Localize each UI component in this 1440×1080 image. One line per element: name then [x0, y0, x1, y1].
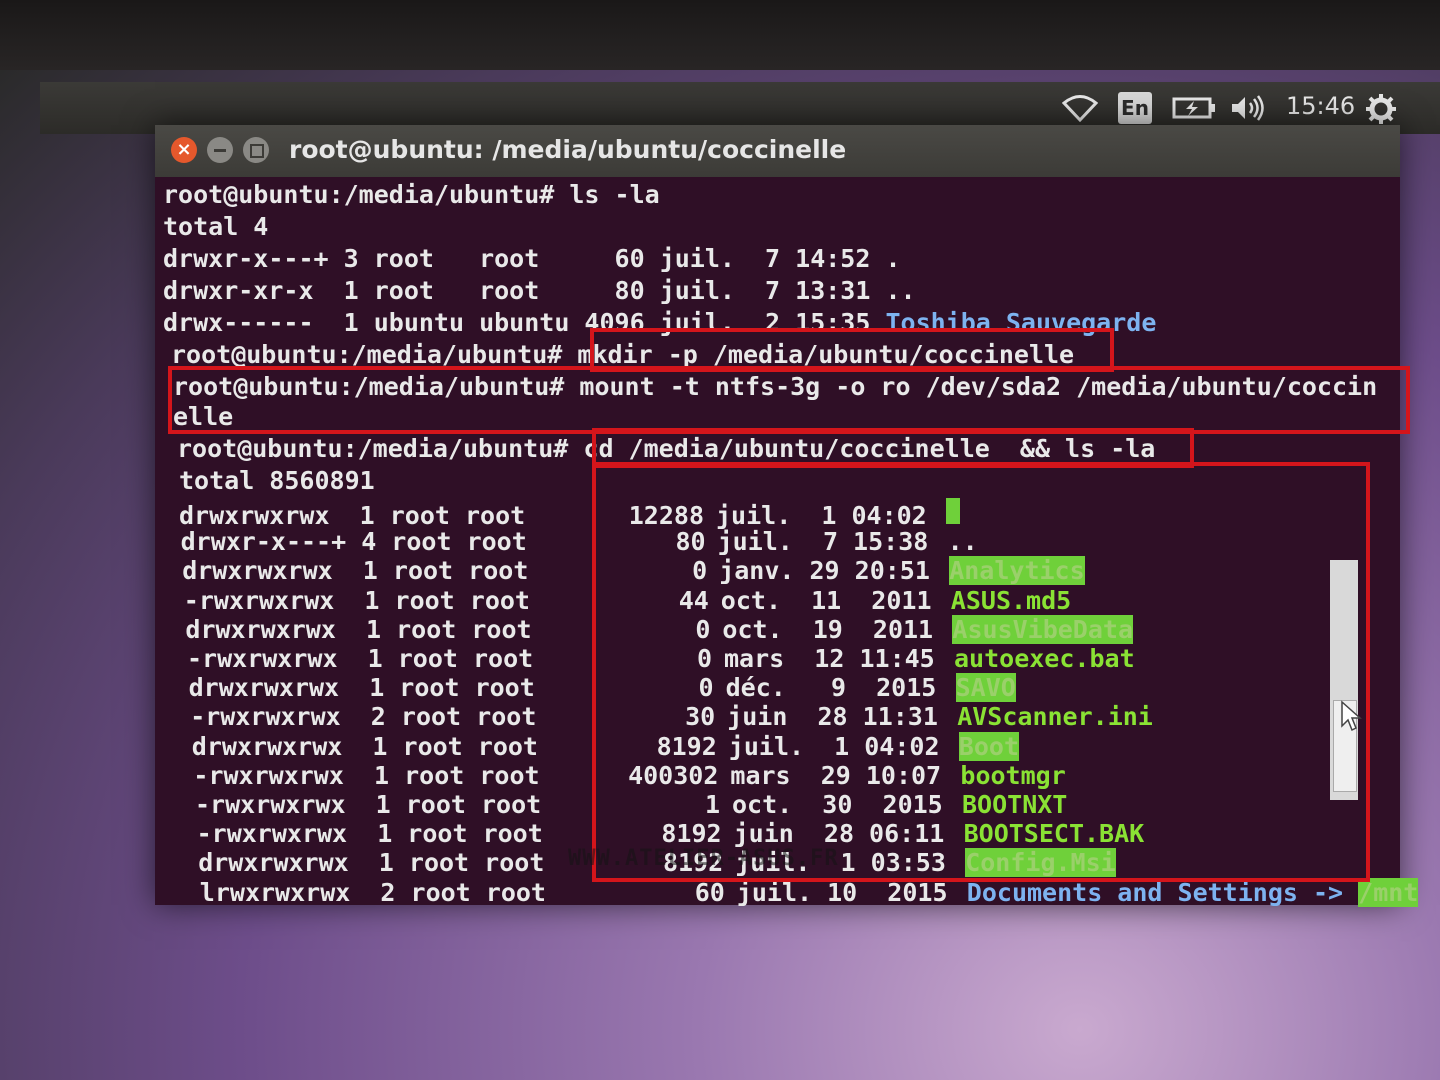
shell-prompt: root@ubuntu:/media/ubuntu#: [177, 434, 569, 463]
terminal-line: total 4: [163, 212, 269, 241]
terminal-line: root@ubuntu:/media/ubuntu# ls -la: [163, 180, 660, 209]
listing-permissions: -rwxrwxrwx 1 root root: [187, 644, 534, 673]
annotation-box-mount: [168, 366, 1410, 434]
listing-permissions: drwxrwxrwx 1 root root: [198, 848, 545, 878]
listing-permissions: drwxrwxrwx 1 root root: [182, 556, 529, 586]
wifi-icon[interactable]: [1062, 94, 1098, 122]
terminal-line: drwxr-xr-x 1 root root 80 juil. 7 13:31 …: [163, 276, 916, 305]
battery-icon[interactable]: [1172, 96, 1216, 120]
window-title: root@ubuntu: /media/ubuntu/coccinelle: [289, 135, 847, 164]
terminal-line: drwxr-x---+ 3 root root 60 juil. 7 14:52…: [163, 244, 901, 273]
listing-permissions: -rwxrwxrwx 1 root root: [183, 585, 530, 615]
language-indicator[interactable]: En: [1118, 92, 1152, 124]
listing-permissions: -rwxrwxrwx 1 root root: [193, 760, 540, 790]
listing-permissions: -rwxrwxrwx 2 root root: [190, 702, 537, 732]
annotation-box-listing: [592, 462, 1370, 882]
listing-permissions: drwxrwxrwx 1 root root: [185, 614, 532, 644]
listing-permissions: drwxrwxrwx 1 root root: [191, 731, 538, 761]
listing-permissions: -rwxrwxrwx 1 root root: [195, 790, 542, 819]
close-button[interactable]: ×: [171, 137, 197, 163]
clock[interactable]: 15:46: [1286, 92, 1355, 120]
watermark: WWW.ATELIER-ASUS.FR: [568, 846, 839, 871]
listing-permissions: drwxr-x---+ 4 root root: [180, 527, 527, 557]
terminal-scrollbar[interactable]: [1330, 560, 1358, 800]
shell-prompt: root@ubuntu:/media/ubuntu#: [171, 340, 563, 369]
minimize-button[interactable]: [207, 137, 233, 163]
terminal-line: total 8560891: [179, 466, 375, 495]
listing-permissions: drwxrwxrwx 1 root root: [188, 673, 535, 703]
listing-permissions: lrwxrwxrwx 2 root root: [199, 877, 546, 907]
mouse-cursor-icon: [1341, 700, 1362, 732]
listing-row: lrwxrwxrwx 2 root root 60 juil. 10 2015 Doc…: [199, 877, 1419, 908]
listing-permissions: -rwxrwxrwx 1 root root: [196, 819, 543, 849]
listing-date: juil. 10 2015: [736, 877, 948, 907]
maximize-button[interactable]: [243, 137, 269, 163]
window-titlebar[interactable]: × root@ubuntu: /media/ubuntu/coccinelle: [155, 125, 1400, 177]
listing-size: 60: [694, 877, 725, 907]
gear-icon[interactable]: [1364, 92, 1398, 126]
volume-icon[interactable]: [1230, 94, 1266, 122]
